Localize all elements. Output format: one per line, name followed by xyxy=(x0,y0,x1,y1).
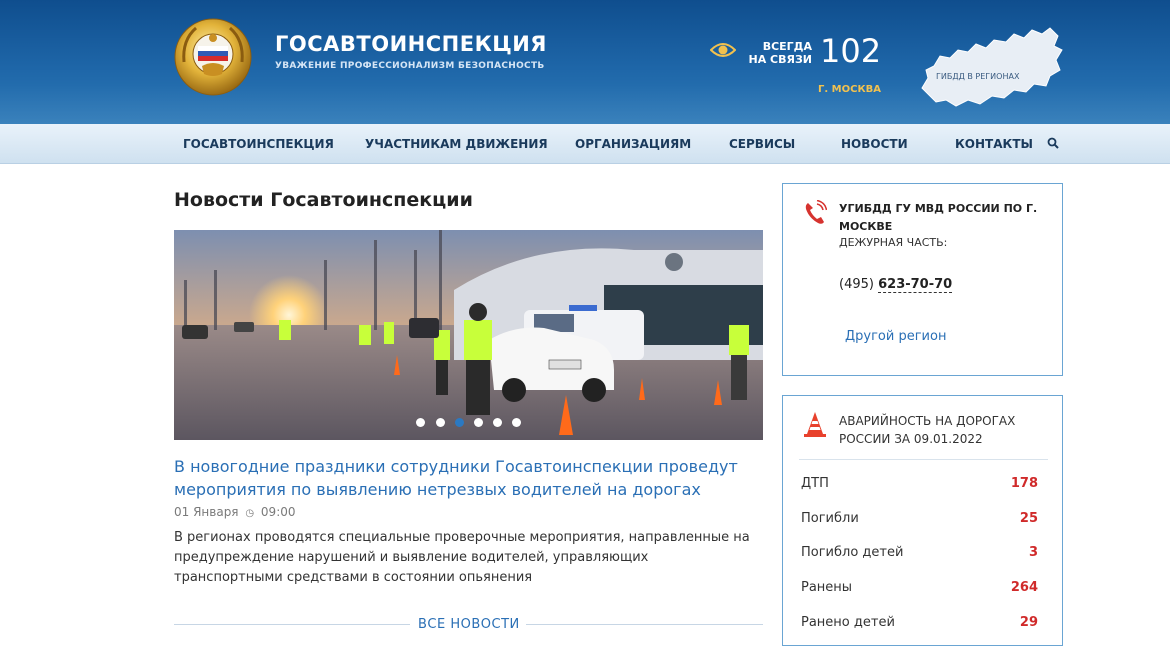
clock-icon: ◷ xyxy=(245,508,255,519)
news-headline-link[interactable]: В новогодние праздники сотрудники Госавт… xyxy=(174,455,754,501)
stat-label: ДТП xyxy=(801,476,829,491)
accident-stats-card: АВАРИЙНОСТЬ НА ДОРОГАХ РОССИИ ЗА 09.01.2… xyxy=(782,395,1063,646)
nav-item-services[interactable]: СЕРВИСЫ xyxy=(729,137,795,151)
brand-title: ГОСАВТОИНСПЕКЦИЯ xyxy=(275,32,547,56)
emblem-icon[interactable] xyxy=(172,16,254,98)
phone-digits[interactable]: 623-70-70 xyxy=(878,277,953,293)
duty-label: ДЕЖУРНАЯ ЧАСТЬ: xyxy=(839,236,948,249)
news-date: 01 Января xyxy=(174,505,239,519)
news-meta: 01 Января ◷ 09:00 xyxy=(174,505,296,519)
department-name: УГИБДД ГУ МВД РОССИИ ПО Г. МОСКВЕ xyxy=(839,202,1038,233)
divider xyxy=(526,624,763,625)
news-summary: В регионах проводятся специальные провер… xyxy=(174,530,750,585)
contact-card: УГИБДД ГУ МВД РОССИИ ПО Г. МОСКВЕ ДЕЖУРН… xyxy=(782,183,1063,376)
nav-item-news[interactable]: НОВОСТИ xyxy=(841,137,908,151)
carousel-dot-active[interactable] xyxy=(455,418,464,427)
always-line2: НА СВЯЗИ xyxy=(748,53,813,66)
city-selector[interactable]: Г. МОСКВА xyxy=(818,84,881,95)
other-region-link[interactable]: Другой регион xyxy=(845,329,946,344)
hotline-number[interactable]: 102 xyxy=(820,32,881,70)
divider xyxy=(799,459,1048,460)
carousel-dot[interactable] xyxy=(474,418,483,427)
carousel-dot[interactable] xyxy=(512,418,521,427)
site-header: ГОСАВТОИНСПЕКЦИЯ УВАЖЕНИЕ ПРОФЕССИОНАЛИЗ… xyxy=(0,0,1170,124)
phone-icon xyxy=(805,200,827,224)
phone-code: (495) xyxy=(839,277,874,292)
news-carousel-image[interactable] xyxy=(174,230,763,440)
always-on-call: ВСЕГДА НА СВЯЗИ xyxy=(748,40,813,66)
always-line1: ВСЕГДА xyxy=(762,40,812,53)
stat-value: 29 xyxy=(1019,615,1038,630)
map-label[interactable]: ГИБДД В РЕГИОНАХ xyxy=(936,72,1019,81)
stat-row-injured: Ранены 264 xyxy=(801,580,1038,600)
stat-row-killed: Погибли 25 xyxy=(801,511,1038,531)
stat-label: Ранены xyxy=(801,580,853,595)
carousel-dot[interactable] xyxy=(436,418,445,427)
stat-row-children-injured: Ранено детей 29 xyxy=(801,615,1038,635)
nav-item-participants[interactable]: УЧАСТНИКАМ ДВИЖЕНИЯ xyxy=(365,137,548,151)
brand-subtitle: УВАЖЕНИЕ ПРОФЕССИОНАЛИЗМ БЕЗОПАСНОСТЬ xyxy=(275,61,545,71)
divider xyxy=(174,624,410,625)
nav-item-contacts[interactable]: КОНТАКТЫ xyxy=(955,137,1033,151)
news-time: 09:00 xyxy=(260,505,296,519)
main-nav: ГОСАВТОИНСПЕКЦИЯ УЧАСТНИКАМ ДВИЖЕНИЯ ОРГ… xyxy=(0,124,1170,164)
nav-item-gosavtoinspekciya[interactable]: ГОСАВТОИНСПЕКЦИЯ xyxy=(183,137,334,151)
stat-row-children-killed: Погибло детей 3 xyxy=(801,545,1038,565)
nav-item-organizations[interactable]: ОРГАНИЗАЦИЯМ xyxy=(575,137,691,151)
stat-label: Ранено детей xyxy=(801,615,895,630)
all-news-link[interactable]: ВСЕ НОВОСТИ xyxy=(418,617,520,632)
stat-value: 25 xyxy=(1019,511,1038,526)
stat-label: Погибло детей xyxy=(801,545,904,560)
accidents-title: АВАРИЙНОСТЬ НА ДОРОГАХ РОССИИ ЗА 09.01.2… xyxy=(839,414,1016,446)
page-title: Новости Госавтоинспекции xyxy=(174,189,473,211)
stat-value: 178 xyxy=(1010,476,1038,491)
stat-label: Погибли xyxy=(801,511,859,526)
russia-map-icon[interactable] xyxy=(920,26,1065,108)
phone-number[interactable]: (495) 623-70-70 xyxy=(839,277,953,293)
brand[interactable]: ГОСАВТОИНСПЕКЦИЯ УВАЖЕНИЕ ПРОФЕССИОНАЛИЗ… xyxy=(275,32,547,71)
carousel-photo xyxy=(174,230,763,440)
carousel-dot[interactable] xyxy=(493,418,502,427)
stat-value: 3 xyxy=(1028,545,1038,560)
stat-row-dtp: ДТП 178 xyxy=(801,476,1038,496)
search-icon[interactable] xyxy=(1047,137,1059,149)
carousel-dot[interactable] xyxy=(416,418,425,427)
eye-icon[interactable] xyxy=(710,40,736,60)
stat-value: 264 xyxy=(1010,580,1038,595)
traffic-cone-icon xyxy=(804,412,826,437)
